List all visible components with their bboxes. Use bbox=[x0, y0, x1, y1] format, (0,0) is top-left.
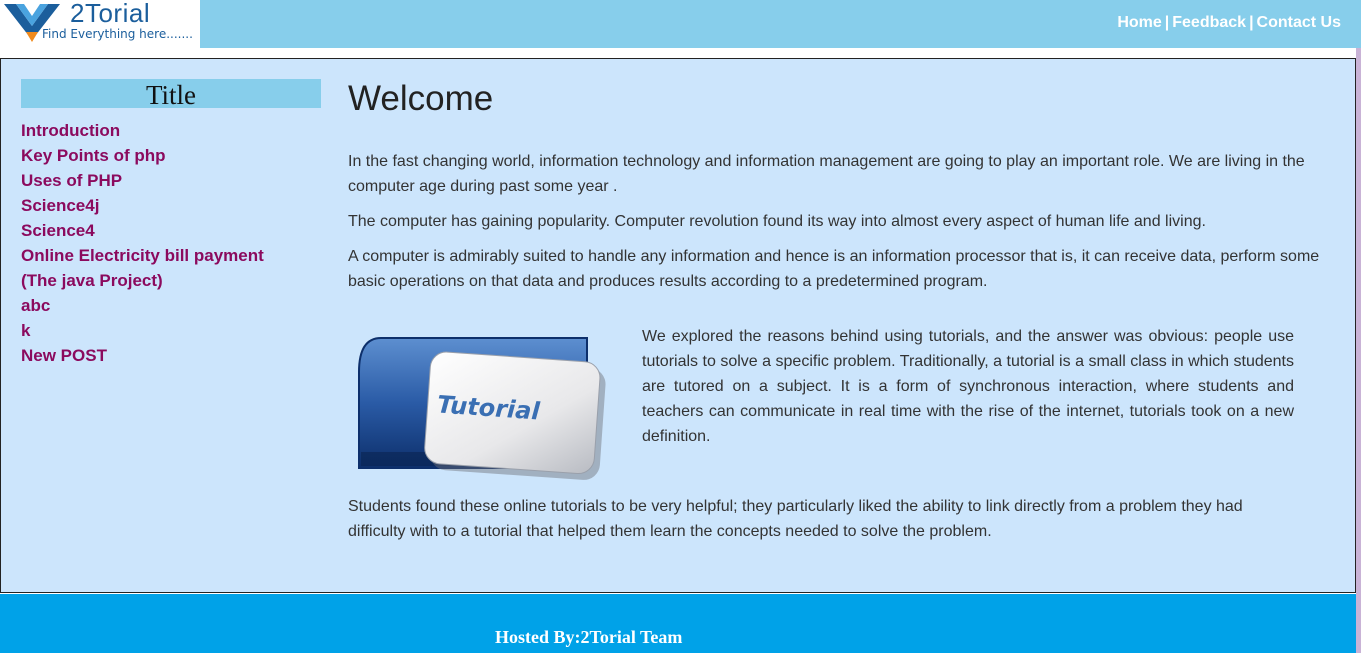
nav-contact-link[interactable]: Contact Us bbox=[1257, 14, 1341, 31]
page-title: Welcome bbox=[348, 79, 494, 118]
paragraph-popularity: The computer has gaining popularity. Com… bbox=[348, 213, 1206, 230]
nav-separator: | bbox=[1164, 14, 1170, 31]
nav-home-link[interactable]: Home bbox=[1117, 14, 1161, 31]
site-logo[interactable]: 2Torial Find Everything here....... bbox=[0, 0, 200, 48]
header: 2Torial Find Everything here....... Home… bbox=[0, 0, 1361, 48]
paragraph-processor: A computer is admirably suited to handle… bbox=[348, 248, 1320, 290]
sidebar-list: Introduction Key Points of php Uses of P… bbox=[21, 118, 321, 368]
top-nav: Home | Feedback | Contact Us bbox=[1117, 14, 1341, 32]
sidebar: Title Introduction Key Points of php Use… bbox=[21, 79, 321, 368]
footer: Hosted By:2Torial Team bbox=[0, 594, 1356, 653]
sidebar-item-java-project[interactable]: (The java Project) bbox=[21, 268, 321, 293]
paragraph-intro: In the fast changing world, information … bbox=[348, 153, 1305, 195]
article: Welcome In the fast changing world, info… bbox=[348, 79, 1344, 544]
right-edge-strip bbox=[1356, 48, 1361, 653]
paragraph-tutorials: We explored the reasons behind using tut… bbox=[642, 328, 1294, 445]
sidebar-item-introduction[interactable]: Introduction bbox=[21, 118, 321, 143]
nav-feedback-link[interactable]: Feedback bbox=[1172, 14, 1246, 31]
tutorial-section: Tutorial We explored the reasons behind … bbox=[348, 324, 1344, 494]
footer-hosted-by: Hosted By:2Torial Team bbox=[495, 627, 683, 647]
sidebar-item-science4j[interactable]: Science4j bbox=[21, 193, 321, 218]
sidebar-item-uses-of-php[interactable]: Uses of PHP bbox=[21, 168, 321, 193]
paragraph-students: Students found these online tutorials to… bbox=[348, 498, 1243, 540]
sidebar-item-abc[interactable]: abc bbox=[21, 293, 321, 318]
logo-tagline: Find Everything here....... bbox=[42, 27, 193, 41]
sidebar-item-science4[interactable]: Science4 bbox=[21, 218, 321, 243]
tutorial-image: Tutorial bbox=[351, 332, 607, 489]
nav-separator: | bbox=[1249, 14, 1254, 31]
sidebar-item-new-post[interactable]: New POST bbox=[21, 343, 321, 368]
page: 2Torial Find Everything here....... Home… bbox=[0, 0, 1361, 653]
sidebar-item-key-points-of-php[interactable]: Key Points of php bbox=[21, 143, 321, 168]
sidebar-title: Title bbox=[21, 79, 321, 110]
main-content-area: Title Introduction Key Points of php Use… bbox=[0, 58, 1356, 593]
logo-name: 2Torial bbox=[70, 0, 151, 28]
sidebar-item-online-electricity-bill-payment[interactable]: Online Electricity bill payment bbox=[21, 243, 321, 268]
sidebar-item-k[interactable]: k bbox=[21, 318, 321, 343]
